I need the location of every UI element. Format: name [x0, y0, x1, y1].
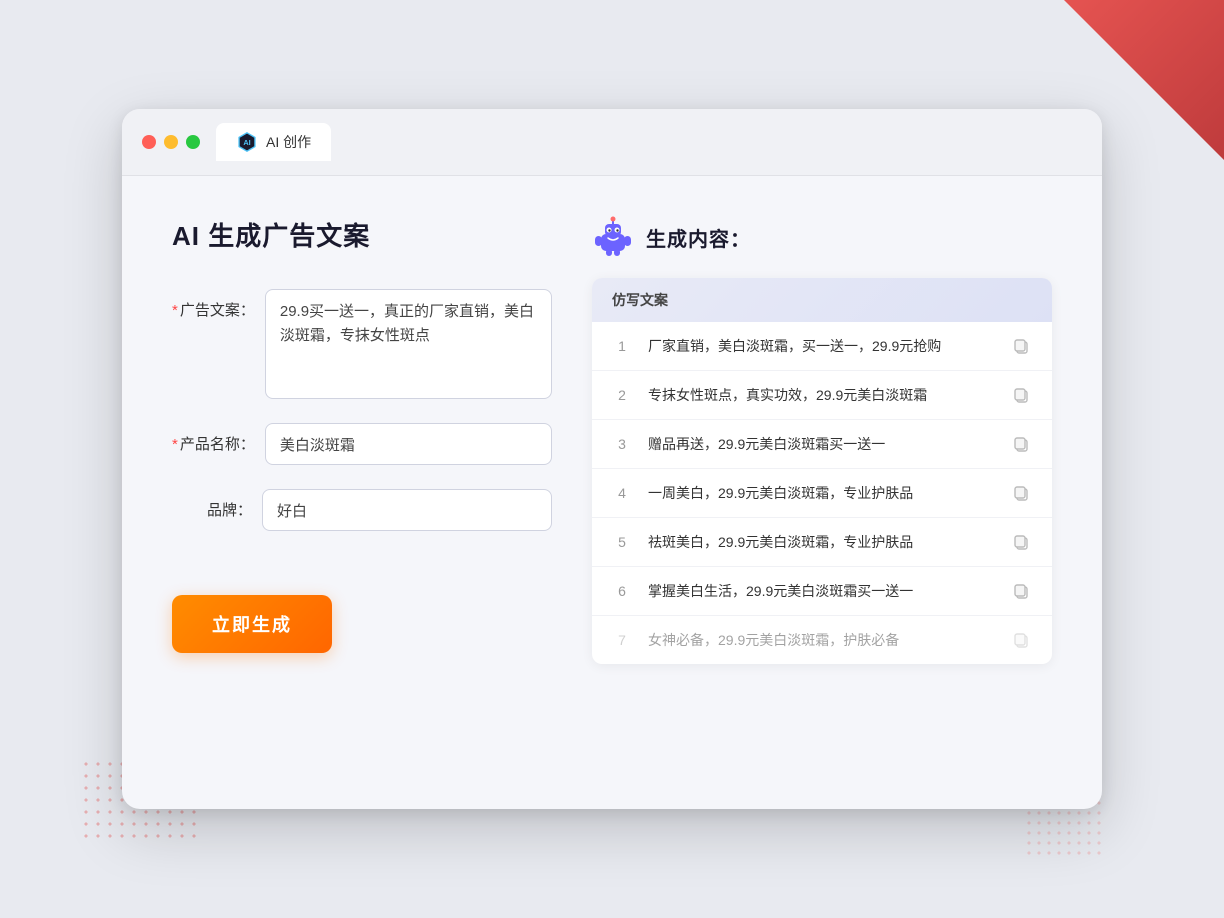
minimize-button[interactable] [164, 135, 178, 149]
left-panel: AI 生成广告文案 *广告文案： 29.9买一送一，真正的厂家直销，美白淡斑霜，… [172, 216, 552, 756]
row-number: 7 [612, 632, 632, 648]
copy-icon[interactable] [1010, 384, 1032, 406]
row-text: 一周美白，29.9元美白淡斑霜，专业护肤品 [648, 483, 994, 504]
row-number: 2 [612, 387, 632, 403]
row-text: 掌握美白生活，29.9元美白淡斑霜买一送一 [648, 581, 994, 602]
svg-text:AI: AI [243, 138, 250, 147]
results-list: 1 厂家直销，美白淡斑霜，买一送一，29.9元抢购 2 专抹女性斑点，真实功效，29… [592, 322, 1052, 664]
tab-label: AI 创作 [266, 132, 311, 152]
ad-copy-input[interactable]: 29.9买一送一，真正的厂家直销，美白淡斑霜，专抹女性斑点 [265, 289, 552, 399]
close-button[interactable] [142, 135, 156, 149]
required-star-ad: * [172, 302, 178, 319]
maximize-button[interactable] [186, 135, 200, 149]
required-star-product: * [172, 436, 178, 453]
page-title: AI 生成广告文案 [172, 216, 552, 253]
title-bar: AI AI 创作 [122, 109, 1102, 176]
row-number: 5 [612, 534, 632, 550]
result-row: 6 掌握美白生活，29.9元美白淡斑霜买一送一 [592, 567, 1052, 616]
row-text: 女神必备，29.9元美白淡斑霜，护肤必备 [648, 630, 994, 651]
brand-group: 品牌： 好白 [172, 489, 552, 531]
copy-icon[interactable] [1010, 335, 1032, 357]
row-text: 厂家直销，美白淡斑霜，买一送一，29.9元抢购 [648, 336, 994, 357]
traffic-lights [142, 135, 200, 149]
results-table: 仿写文案 1 厂家直销，美白淡斑霜，买一送一，29.9元抢购 2 专抹女性斑点，真实… [592, 278, 1052, 664]
generate-button[interactable]: 立即生成 [172, 595, 332, 653]
product-name-input[interactable]: 美白淡斑霜 [265, 423, 552, 465]
row-text: 专抹女性斑点，真实功效，29.9元美白淡斑霜 [648, 385, 994, 406]
row-number: 3 [612, 436, 632, 452]
copy-icon[interactable] [1010, 531, 1032, 553]
row-text: 赠品再送，29.9元美白淡斑霜买一送一 [648, 434, 994, 455]
product-name-group: *产品名称： 美白淡斑霜 [172, 423, 552, 465]
result-row: 2 专抹女性斑点，真实功效，29.9元美白淡斑霜 [592, 371, 1052, 420]
row-text: 祛斑美白，29.9元美白淡斑霜，专业护肤品 [648, 532, 994, 553]
copy-icon[interactable] [1010, 482, 1032, 504]
browser-window: AI AI 创作 AI 生成广告文案 *广告文案： 29.9买一送一，真正的厂家… [122, 109, 1102, 809]
result-row: 7 女神必备，29.9元美白淡斑霜，护肤必备 [592, 616, 1052, 664]
row-number: 4 [612, 485, 632, 501]
copy-icon[interactable] [1010, 580, 1032, 602]
brand-label: 品牌： [172, 489, 252, 520]
results-column-header: 仿写文案 [592, 278, 1052, 322]
main-content: AI 生成广告文案 *广告文案： 29.9买一送一，真正的厂家直销，美白淡斑霜，… [122, 176, 1102, 796]
copy-icon[interactable] [1010, 433, 1032, 455]
row-number: 6 [612, 583, 632, 599]
ad-copy-label: *广告文案： [172, 289, 255, 320]
result-title: 生成内容： [646, 223, 751, 252]
result-header: 生成内容： [592, 216, 1052, 258]
result-row: 5 祛斑美白，29.9元美白淡斑霜，专业护肤品 [592, 518, 1052, 567]
result-row: 1 厂家直销，美白淡斑霜，买一送一，29.9元抢购 [592, 322, 1052, 371]
tab-ai-create[interactable]: AI AI 创作 [216, 123, 331, 161]
robot-icon [592, 216, 634, 258]
product-name-label: *产品名称： [172, 423, 255, 454]
result-row: 3 赠品再送，29.9元美白淡斑霜买一送一 [592, 420, 1052, 469]
row-number: 1 [612, 338, 632, 354]
ad-copy-group: *广告文案： 29.9买一送一，真正的厂家直销，美白淡斑霜，专抹女性斑点 [172, 289, 552, 399]
ai-icon: AI [236, 131, 258, 153]
copy-icon[interactable] [1010, 629, 1032, 651]
right-panel: 生成内容： 仿写文案 1 厂家直销，美白淡斑霜，买一送一，29.9元抢购 2 专抹女… [592, 216, 1052, 756]
result-row: 4 一周美白，29.9元美白淡斑霜，专业护肤品 [592, 469, 1052, 518]
brand-input[interactable]: 好白 [262, 489, 552, 531]
